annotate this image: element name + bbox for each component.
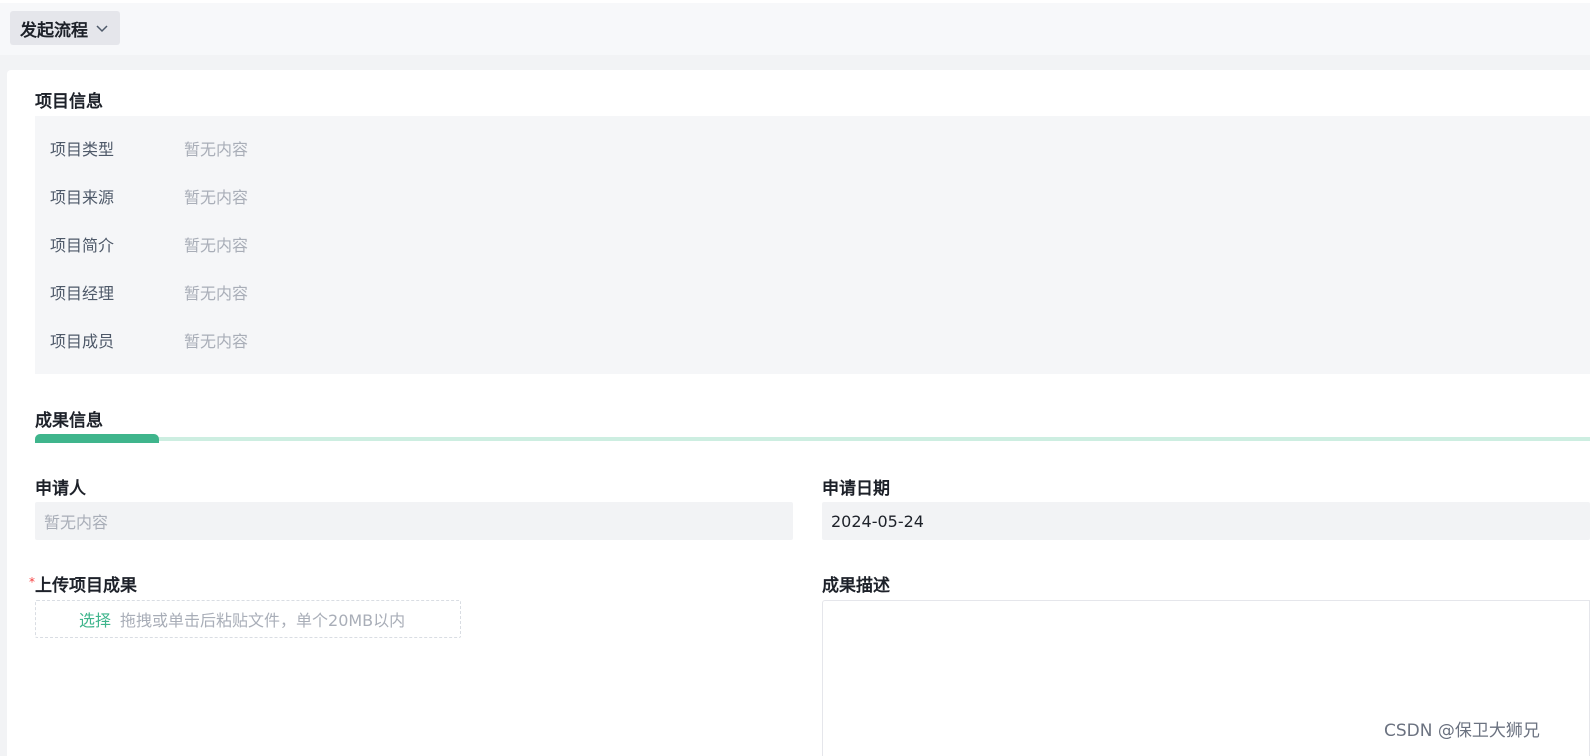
upload-label: 上传项目成果: [35, 576, 137, 596]
section-tab-track: [35, 437, 1590, 441]
main-card: 项目信息 项目类型 暂无内容 项目来源 暂无内容 项目简介 暂无内容 项目经理 …: [7, 70, 1590, 756]
top-toolbar: 发起流程: [0, 0, 1590, 55]
project-info-title: 项目信息: [35, 92, 103, 112]
project-info-panel: 项目类型 暂无内容 项目来源 暂无内容 项目简介 暂无内容 项目经理 暂无内容 …: [35, 116, 1590, 374]
applicant-field[interactable]: 暂无内容: [35, 502, 793, 540]
file-upload-dropzone[interactable]: 选择 拖拽或单击后粘贴文件，单个20MB以内: [35, 600, 461, 638]
info-label: 项目成员: [50, 332, 115, 351]
info-value: 暂无内容: [184, 284, 249, 303]
upload-hint: 拖拽或单击后粘贴文件，单个20MB以内: [120, 611, 406, 630]
info-label: 项目来源: [50, 188, 115, 207]
apply-date-label: 申请日期: [822, 479, 890, 499]
info-row-source: 项目来源 暂无内容: [50, 184, 248, 208]
info-value: 暂无内容: [184, 236, 249, 255]
section-tab-indicator: [35, 434, 159, 443]
info-row-summary: 项目简介 暂无内容: [50, 232, 248, 256]
info-value: 暂无内容: [184, 140, 249, 159]
start-flow-label: 发起流程: [20, 20, 88, 41]
info-label: 项目经理: [50, 284, 115, 303]
apply-date-field[interactable]: 2024-05-24: [822, 502, 1590, 540]
applicant-label: 申请人: [35, 479, 86, 499]
info-label: 项目简介: [50, 236, 115, 255]
info-row-type: 项目类型 暂无内容: [50, 136, 248, 160]
info-label: 项目类型: [50, 140, 115, 159]
chevron-down-icon: [96, 25, 108, 33]
info-row-members: 项目成员 暂无内容: [50, 328, 248, 352]
watermark: CSDN @保卫大狮兄: [1384, 721, 1540, 741]
result-info-title: 成果信息: [35, 411, 103, 431]
info-value: 暂无内容: [184, 332, 249, 351]
info-value: 暂无内容: [184, 188, 249, 207]
info-row-manager: 项目经理 暂无内容: [50, 280, 248, 304]
start-flow-dropdown-button[interactable]: 发起流程: [10, 11, 120, 45]
upload-select-button[interactable]: 选择: [79, 607, 111, 631]
description-label: 成果描述: [822, 576, 890, 596]
